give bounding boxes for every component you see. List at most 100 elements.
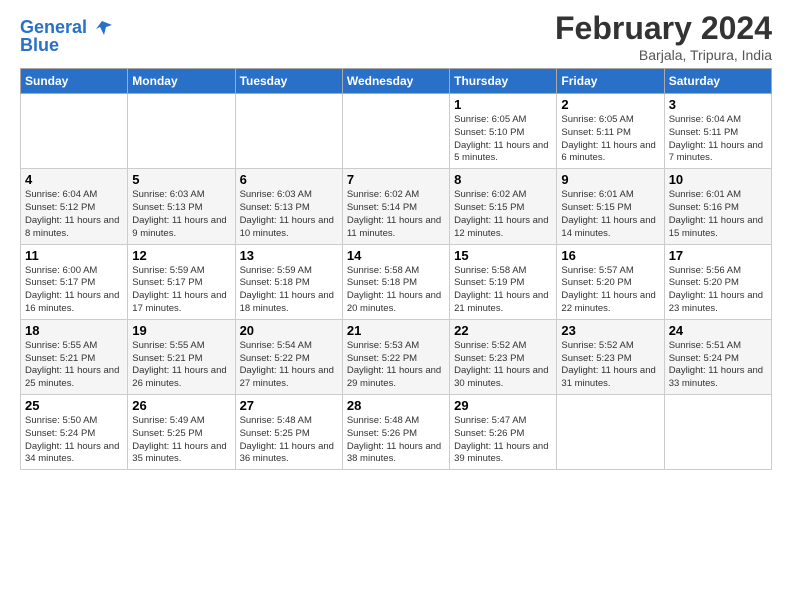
day-info: Sunrise: 5:52 AMSunset: 5:23 PMDaylight:… [561,340,659,391]
day-info: Sunrise: 5:59 AMSunset: 5:18 PMDaylight:… [240,265,338,316]
weekday-header-wednesday: Wednesday [342,69,449,94]
day-number: 9 [561,172,659,187]
day-info: Sunrise: 6:01 AMSunset: 5:15 PMDaylight:… [561,189,659,240]
logo: General Blue [20,17,116,56]
day-info: Sunrise: 5:56 AMSunset: 5:20 PMDaylight:… [669,265,767,316]
calendar-cell: 8 Sunrise: 6:02 AMSunset: 5:15 PMDaylight… [450,169,557,244]
calendar-cell: 20 Sunrise: 5:54 AMSunset: 5:22 PMDayligh… [235,319,342,394]
calendar-cell: 14 Sunrise: 5:58 AMSunset: 5:18 PMDayligh… [342,244,449,319]
day-number: 22 [454,323,552,338]
calendar-cell: 7 Sunrise: 6:02 AMSunset: 5:14 PMDaylight… [342,169,449,244]
day-info: Sunrise: 5:48 AMSunset: 5:25 PMDaylight:… [240,415,338,466]
logo-bird-icon [94,17,116,39]
day-number: 16 [561,248,659,263]
calendar-cell: 6Sunrise: 6:03 AMSunset: 5:13 PMDaylight… [235,169,342,244]
day-info: Sunrise: 5:58 AMSunset: 5:18 PMDaylight:… [347,265,445,316]
calendar-cell: 15 Sunrise: 5:58 AMSunset: 5:19 PMDayligh… [450,244,557,319]
calendar-cell [21,94,128,169]
day-info: Sunrise: 5:51 AMSunset: 5:24 PMDaylight:… [669,340,767,391]
day-number: 19 [132,323,230,338]
weekday-header-thursday: Thursday [450,69,557,94]
day-info: Sunrise: 5:50 AMSunset: 5:24 PMDaylight:… [25,415,123,466]
weekday-header-friday: Friday [557,69,664,94]
title-block: February 2024 Barjala, Tripura, India [555,10,772,63]
day-number: 28 [347,398,445,413]
day-info: Sunrise: 6:04 AMSunset: 5:12 PMDaylight:… [25,189,123,240]
weekday-header-monday: Monday [128,69,235,94]
calendar-cell: 27 Sunrise: 5:48 AMSunset: 5:25 PMDayligh… [235,395,342,470]
day-info: Sunrise: 6:02 AMSunset: 5:14 PMDaylight:… [347,189,445,240]
calendar-cell: 13 Sunrise: 5:59 AMSunset: 5:18 PMDayligh… [235,244,342,319]
calendar-cell [235,94,342,169]
day-number: 27 [240,398,338,413]
calendar-cell: 18Sunrise: 5:55 AMSunset: 5:21 PMDayligh… [21,319,128,394]
calendar-wrapper: SundayMondayTuesdayWednesdayThursdayFrid… [0,68,792,480]
day-number: 7 [347,172,445,187]
day-number: 24 [669,323,767,338]
day-number: 14 [347,248,445,263]
day-number: 5 [132,172,230,187]
day-info: Sunrise: 5:54 AMSunset: 5:22 PMDaylight:… [240,340,338,391]
weekday-header-sunday: Sunday [21,69,128,94]
calendar-cell [664,395,771,470]
location-subtitle: Barjala, Tripura, India [555,47,772,63]
day-info: Sunrise: 5:59 AMSunset: 5:17 PMDaylight:… [132,265,230,316]
day-info: Sunrise: 5:52 AMSunset: 5:23 PMDaylight:… [454,340,552,391]
day-info: Sunrise: 6:01 AMSunset: 5:16 PMDaylight:… [669,189,767,240]
calendar-cell: 3Sunrise: 6:04 AMSunset: 5:11 PMDaylight… [664,94,771,169]
calendar-cell: 10 Sunrise: 6:01 AMSunset: 5:16 PMDayligh… [664,169,771,244]
calendar-cell: 11 Sunrise: 6:00 AMSunset: 5:17 PMDayligh… [21,244,128,319]
calendar-cell: 24 Sunrise: 5:51 AMSunset: 5:24 PMDayligh… [664,319,771,394]
calendar-cell: 1Sunrise: 6:05 AMSunset: 5:10 PMDaylight… [450,94,557,169]
weekday-header-saturday: Saturday [664,69,771,94]
day-info: Sunrise: 6:00 AMSunset: 5:17 PMDaylight:… [25,265,123,316]
day-number: 15 [454,248,552,263]
day-number: 23 [561,323,659,338]
calendar-cell [557,395,664,470]
day-info: Sunrise: 5:53 AMSunset: 5:22 PMDaylight:… [347,340,445,391]
day-number: 6 [240,172,338,187]
day-number: 3 [669,97,767,112]
day-info: Sunrise: 5:57 AMSunset: 5:20 PMDaylight:… [561,265,659,316]
day-info: Sunrise: 6:02 AMSunset: 5:15 PMDaylight:… [454,189,552,240]
day-info: Sunrise: 5:55 AMSunset: 5:21 PMDaylight:… [25,340,123,391]
month-year-title: February 2024 [555,10,772,47]
day-info: Sunrise: 6:03 AMSunset: 5:13 PMDaylight:… [132,189,230,240]
calendar-cell: 25 Sunrise: 5:50 AMSunset: 5:24 PMDayligh… [21,395,128,470]
calendar-cell: 4 Sunrise: 6:04 AMSunset: 5:12 PMDaylight… [21,169,128,244]
calendar-cell: 26 Sunrise: 5:49 AMSunset: 5:25 PMDayligh… [128,395,235,470]
page-header: General Blue February 2024 Barjala, Trip… [0,0,792,68]
day-number: 20 [240,323,338,338]
day-number: 25 [25,398,123,413]
weekday-header-tuesday: Tuesday [235,69,342,94]
calendar-cell: 21 Sunrise: 5:53 AMSunset: 5:22 PMDayligh… [342,319,449,394]
day-number: 10 [669,172,767,187]
calendar-cell [342,94,449,169]
day-info: Sunrise: 6:05 AMSunset: 5:10 PMDaylight:… [454,114,552,165]
calendar-cell: 12 Sunrise: 5:59 AMSunset: 5:17 PMDayligh… [128,244,235,319]
calendar-cell: 16 Sunrise: 5:57 AMSunset: 5:20 PMDayligh… [557,244,664,319]
day-number: 11 [25,248,123,263]
calendar-cell: 29 Sunrise: 5:47 AMSunset: 5:26 PMDayligh… [450,395,557,470]
calendar-cell: 9 Sunrise: 6:01 AMSunset: 5:15 PMDaylight… [557,169,664,244]
day-number: 21 [347,323,445,338]
day-number: 8 [454,172,552,187]
day-number: 12 [132,248,230,263]
day-info: Sunrise: 5:58 AMSunset: 5:19 PMDaylight:… [454,265,552,316]
day-info: Sunrise: 5:49 AMSunset: 5:25 PMDaylight:… [132,415,230,466]
day-info: Sunrise: 5:48 AMSunset: 5:26 PMDaylight:… [347,415,445,466]
calendar-cell: 22 Sunrise: 5:52 AMSunset: 5:23 PMDayligh… [450,319,557,394]
day-number: 13 [240,248,338,263]
calendar-cell: 17 Sunrise: 5:56 AMSunset: 5:20 PMDayligh… [664,244,771,319]
calendar-cell: 2Sunrise: 6:05 AMSunset: 5:11 PMDaylight… [557,94,664,169]
calendar-cell: 5 Sunrise: 6:03 AMSunset: 5:13 PMDaylight… [128,169,235,244]
day-number: 2 [561,97,659,112]
day-info: Sunrise: 5:55 AMSunset: 5:21 PMDaylight:… [132,340,230,391]
day-number: 17 [669,248,767,263]
day-info: Sunrise: 5:47 AMSunset: 5:26 PMDaylight:… [454,415,552,466]
calendar-cell: 28 Sunrise: 5:48 AMSunset: 5:26 PMDayligh… [342,395,449,470]
calendar-cell: 23 Sunrise: 5:52 AMSunset: 5:23 PMDayligh… [557,319,664,394]
day-number: 29 [454,398,552,413]
day-number: 4 [25,172,123,187]
day-number: 26 [132,398,230,413]
